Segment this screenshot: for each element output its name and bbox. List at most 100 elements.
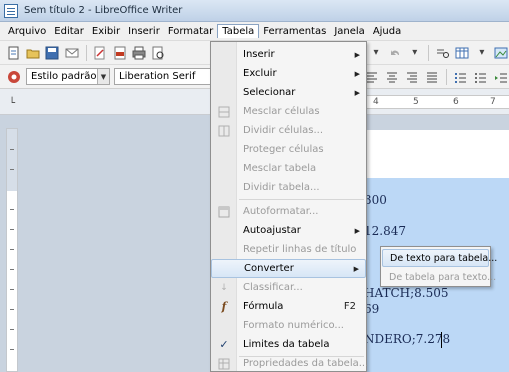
toolbar-separator: [85, 44, 87, 61]
dropdown-arrow-icon[interactable]: ▾: [407, 45, 422, 61]
ruler-tick: [10, 209, 14, 210]
numbered-list-icon[interactable]: [453, 69, 469, 85]
menu-item-autoformatar[interactable]: Autoformatar...: [211, 202, 366, 221]
chevron-down-icon[interactable]: ▼: [97, 69, 109, 84]
ruler-tick: [10, 169, 14, 170]
submenu-arrow-icon: ▶: [354, 226, 360, 235]
vertical-ruler[interactable]: [6, 128, 18, 372]
menu-editar[interactable]: Editar: [50, 25, 88, 38]
menu-item-limites-tabela[interactable]: ✓ Limites da tabela: [211, 335, 366, 354]
new-document-icon[interactable]: [6, 45, 21, 61]
ruler-tick: [10, 249, 14, 250]
ruler-tick: [10, 329, 14, 330]
menu-item-classificar[interactable]: ↓ Classificar...: [211, 278, 366, 297]
autoformat-icon: [217, 205, 231, 219]
sort-icon: ↓: [220, 282, 228, 293]
insert-image-icon[interactable]: [494, 45, 509, 61]
ruler-number: 5: [413, 97, 419, 107]
menu-item-label: Classificar...: [243, 282, 303, 293]
menu-item-dividir-tabela[interactable]: Dividir tabela...: [211, 178, 366, 197]
menu-janela[interactable]: Janela: [330, 25, 368, 38]
window-title: Sem título 2 - LibreOffice Writer: [24, 5, 183, 16]
menu-bar: Arquivo Editar Exibir Inserir Formatar T…: [0, 22, 509, 41]
export-pdf-icon[interactable]: [112, 45, 127, 61]
menu-ferramentas[interactable]: Ferramentas: [259, 25, 330, 38]
ruler-tick: [10, 289, 14, 290]
menu-exibir[interactable]: Exibir: [88, 25, 124, 38]
document-text-line[interactable]: HATCH;8.505: [364, 286, 449, 300]
dropdown-arrow-icon[interactable]: ▾: [474, 45, 489, 61]
tab-stop-icon[interactable]: └: [4, 95, 20, 111]
align-center-icon[interactable]: [384, 69, 400, 85]
ruler-number: 7: [490, 97, 496, 107]
menu-separator: [239, 199, 364, 200]
menu-item-label: Inserir: [243, 49, 275, 60]
edit-mode-icon[interactable]: [92, 45, 107, 61]
menu-item-label: Propriedades da tabela...: [243, 358, 369, 369]
paragraph-style-value: Estilo padrão: [31, 71, 97, 82]
menu-item-label: Mesclar células: [243, 106, 320, 117]
menu-item-repetir-linhas-titulo[interactable]: Repetir linhas de título: [211, 240, 366, 259]
menu-item-formula[interactable]: f Fórmula F2: [211, 297, 366, 316]
justify-icon[interactable]: [424, 69, 440, 85]
menu-item-propriedades-tabela[interactable]: Propriedades da tabela...: [211, 354, 369, 372]
submenu-arrow-icon: ▶: [354, 69, 360, 78]
submenu-item-tabela-para-texto[interactable]: De tabela para texto...: [382, 268, 496, 286]
menu-item-label: Mesclar tabela: [243, 163, 317, 174]
align-right-icon[interactable]: [404, 69, 420, 85]
menu-formatar[interactable]: Formatar: [164, 25, 217, 38]
menu-item-mesclar-celulas[interactable]: Mesclar células: [211, 102, 366, 121]
undo-icon[interactable]: [388, 45, 403, 61]
menu-item-autoajustar[interactable]: Autoajustar ▶: [211, 221, 366, 240]
vertical-ruler-margin: [7, 129, 17, 191]
ruler-tick: [10, 149, 14, 150]
print-preview-icon[interactable]: [151, 45, 166, 61]
title-bar: Sem título 2 - LibreOffice Writer: [0, 0, 509, 22]
bullet-list-icon[interactable]: [473, 69, 489, 85]
open-folder-icon[interactable]: [25, 45, 40, 61]
formula-icon: f: [221, 300, 227, 313]
split-cells-icon: [217, 124, 231, 138]
email-icon[interactable]: [64, 45, 79, 61]
submenu-item-label: De tabela para texto...: [389, 271, 497, 283]
find-replace-icon[interactable]: [435, 45, 450, 61]
menu-item-mesclar-tabela[interactable]: Mesclar tabela: [211, 159, 366, 178]
writer-app-icon: [4, 3, 18, 18]
submenu-item-texto-para-tabela[interactable]: De texto para tabela...: [382, 249, 497, 267]
document-text-line[interactable]: NDERO;7.278: [364, 332, 450, 346]
menu-item-excluir[interactable]: Excluir ▶: [211, 64, 366, 83]
ruler-number: 6: [453, 97, 459, 107]
document-text-line[interactable]: 300: [364, 193, 387, 207]
submenu-item-label: De texto para tabela...: [390, 252, 498, 264]
menu-item-converter[interactable]: Converter ▶: [211, 259, 366, 278]
dropdown-arrow-icon[interactable]: ▾: [368, 45, 383, 61]
submenu-arrow-icon: ▶: [354, 50, 360, 59]
menu-item-inserir[interactable]: Inserir ▶: [211, 45, 366, 64]
menu-inserir[interactable]: Inserir: [124, 25, 164, 38]
print-icon[interactable]: [131, 45, 146, 61]
menu-item-label: Fórmula: [243, 301, 284, 312]
menu-tabela[interactable]: Tabela: [217, 24, 260, 38]
checkmark-icon: ✓: [219, 338, 229, 351]
menu-item-selecionar[interactable]: Selecionar ▶: [211, 83, 366, 102]
styles-icon[interactable]: [6, 69, 22, 85]
toolbar-separator: [446, 68, 447, 85]
indent-icon[interactable]: [493, 69, 509, 85]
document-text-line[interactable]: 12.847: [364, 224, 406, 238]
table-insert-icon[interactable]: [455, 45, 470, 61]
ruler-tick: [10, 229, 14, 230]
menu-arquivo[interactable]: Arquivo: [4, 25, 50, 38]
menu-item-label: Autoformatar...: [243, 206, 319, 217]
menu-item-formato-numerico[interactable]: Formato numérico...: [211, 316, 366, 335]
paragraph-style-combo[interactable]: Estilo padrão ▼: [26, 68, 110, 85]
save-icon[interactable]: [45, 45, 60, 61]
ruler-tick: [10, 309, 14, 310]
ruler-tick: [10, 269, 14, 270]
font-name-value: Liberation Serif: [119, 71, 196, 82]
menu-item-proteger-celulas[interactable]: Proteger células: [211, 140, 366, 159]
menu-ajuda[interactable]: Ajuda: [369, 25, 405, 38]
submenu-arrow-icon: ▶: [354, 88, 360, 97]
menu-item-label: Formato numérico...: [243, 320, 344, 331]
menu-item-dividir-celulas[interactable]: Dividir células...: [211, 121, 366, 140]
font-name-combo[interactable]: Liberation Serif: [114, 68, 212, 85]
